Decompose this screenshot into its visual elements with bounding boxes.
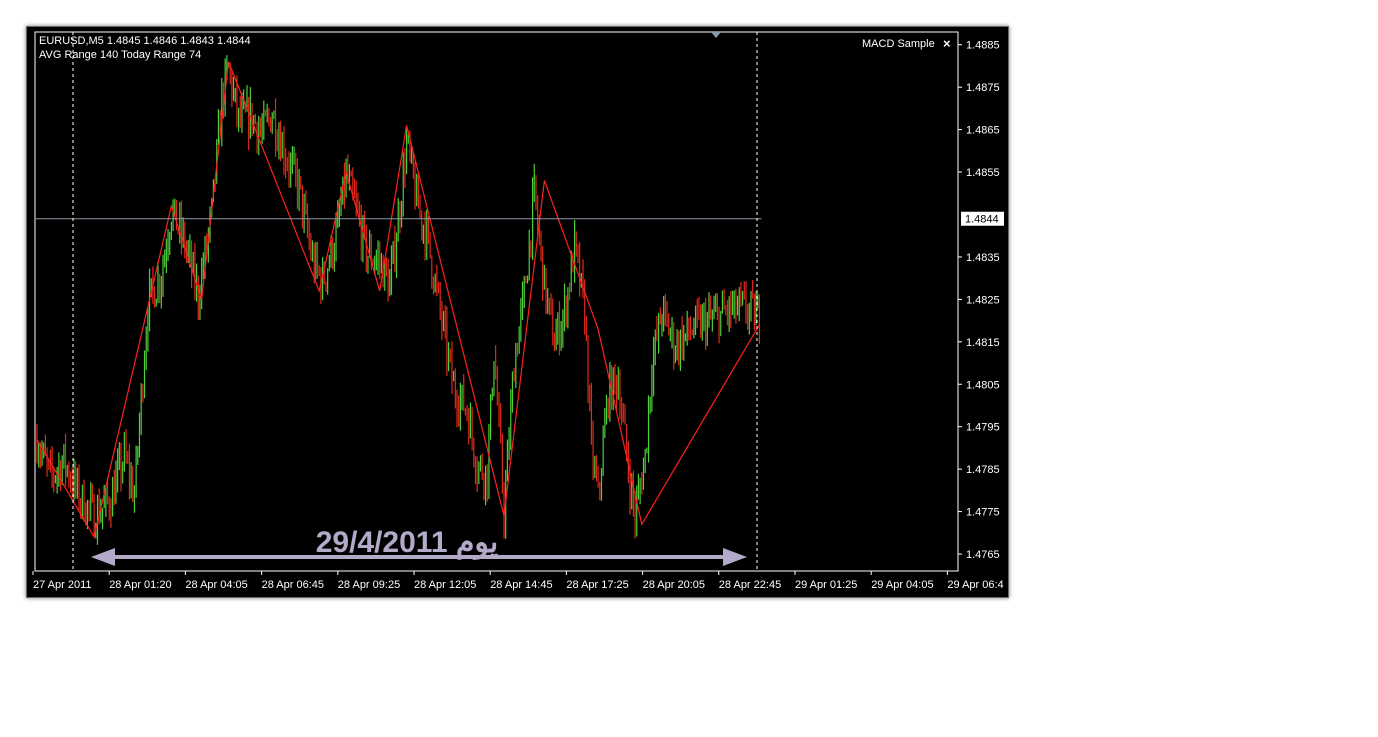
annotation-arrow-left-head: [91, 548, 115, 566]
x-tick-label: 28 Apr 01:20: [109, 579, 171, 591]
y-tick-label: 1.4765: [966, 549, 1000, 561]
symbol-info: EURUSD,M5 1.4845 1.4846 1.4843 1.4844: [39, 35, 251, 47]
zigzag-line: [36, 61, 760, 539]
x-tick-label: 28 Apr 04:05: [185, 579, 247, 591]
y-tick-label: 1.4875: [966, 82, 1000, 94]
expert-advisor-label[interactable]: MACD Sample: [862, 38, 935, 50]
x-tick-label: 28 Apr 09:25: [338, 579, 400, 591]
annotation-arrow-right-head: [723, 548, 747, 566]
y-tick-label: 1.4795: [966, 422, 1000, 434]
x-tick-label: 29 Apr 06:4: [947, 579, 1003, 591]
x-tick-label: 27 Apr 2011: [33, 579, 92, 591]
chart-overlay: 1.4885 1.4875 1.4865 1.4855 1.4835 1.4825 1.48…: [32, 31, 1004, 591]
plot-border: [34, 31, 959, 572]
price-chart: 1.4885 1.4875 1.4865 1.4855 1.4835 1.4825 1.48…: [32, 31, 1004, 591]
candle-bars: [36, 55, 761, 545]
y-tick-label: 1.4855: [966, 167, 1000, 179]
range-info: AVG Range 140 Today Range 74: [39, 49, 201, 61]
zigzag-indicator: [36, 61, 760, 539]
y-tick-label: 1.4785: [966, 464, 1000, 476]
x-tick-label: 28 Apr 17:25: [566, 579, 628, 591]
y-tick-label: 1.4835: [966, 252, 1000, 264]
x-tick-label: 28 Apr 12:05: [414, 579, 476, 591]
date-annotation: 29/4/2011 يوم: [316, 526, 499, 560]
x-tick-label: 29 Apr 01:25: [795, 579, 857, 591]
y-tick-label: 1.4775: [966, 507, 1000, 519]
y-tick-label: 1.4825: [966, 294, 1000, 306]
shift-marker: [711, 32, 721, 38]
x-tick-label: 29 Apr 04:05: [871, 579, 933, 591]
x-tick-label: 28 Apr 22:45: [719, 579, 781, 591]
close-icon[interactable]: ×: [943, 36, 951, 51]
y-tick-label: 1.4885: [966, 40, 1000, 52]
y-tick-label: 1.4865: [966, 125, 1000, 137]
y-tick-label: 1.4815: [966, 337, 1000, 349]
x-tick-label: 28 Apr 14:45: [490, 579, 552, 591]
x-tick-label: 28 Apr 06:45: [262, 579, 324, 591]
current-price-label: 1.4844: [965, 214, 999, 226]
x-tick-label: 28 Apr 20:05: [643, 579, 705, 591]
chart-window: 1.4885 1.4875 1.4865 1.4855 1.4835 1.4825 1.48…: [26, 26, 1009, 598]
y-tick-label: 1.4805: [966, 379, 1000, 391]
